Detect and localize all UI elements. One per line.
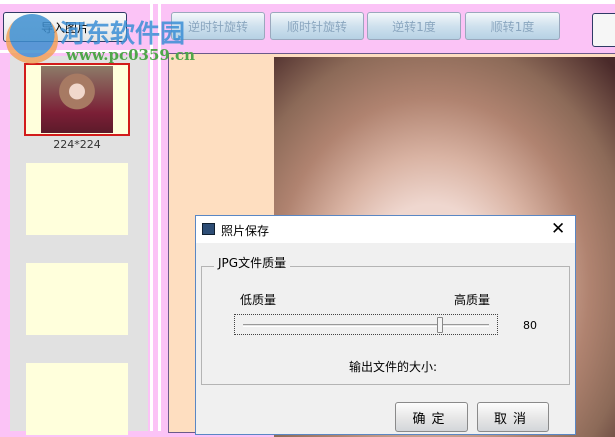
- slider-track: [243, 324, 489, 327]
- thumbnail-size: 224*224: [53, 138, 101, 151]
- top-border: [0, 0, 615, 4]
- dialog-title: 照片保存: [221, 224, 270, 238]
- cancel-button[interactable]: 取消: [477, 402, 549, 432]
- close-icon[interactable]: ✕: [551, 219, 565, 239]
- save-button[interactable]: [592, 13, 615, 47]
- low-quality-label: 低质量: [240, 293, 277, 307]
- watermark-name: 河东软件园: [60, 19, 186, 48]
- slider-thumb[interactable]: [436, 317, 443, 333]
- thumbnail-empty[interactable]: [26, 263, 128, 335]
- rotate-cw-1deg-button[interactable]: 顺转1度: [465, 12, 560, 40]
- rotate-cw-button[interactable]: 顺时针旋转: [270, 12, 364, 40]
- save-photo-dialog: 照片保存 ✕ JPG文件质量 低质量 高质量 80 输出文件的大小: 确定 取消: [195, 215, 576, 435]
- quality-slider[interactable]: [234, 314, 498, 335]
- divider: [150, 0, 153, 431]
- thumbnail-empty[interactable]: [26, 163, 128, 235]
- watermark-logo: [6, 14, 58, 66]
- thumbnail-selected[interactable]: [24, 63, 130, 136]
- high-quality-label: 高质量: [454, 293, 491, 307]
- quality-value: 80: [523, 319, 537, 332]
- photo-thumbnail: [41, 66, 113, 133]
- divider: [158, 0, 161, 431]
- group-label: JPG文件质量: [214, 254, 291, 271]
- thumbnail-empty[interactable]: [26, 363, 128, 435]
- watermark-url: www.pc0359.cn: [66, 46, 196, 64]
- ok-button[interactable]: 确定: [395, 402, 468, 432]
- output-size-label: 输出文件的大小:: [349, 360, 438, 374]
- app-icon: [202, 223, 215, 235]
- rotate-ccw-button[interactable]: 逆时针旋转: [171, 12, 265, 40]
- dialog-titlebar: 照片保存 ✕: [196, 216, 575, 243]
- rotate-ccw-1deg-button[interactable]: 逆转1度: [367, 12, 461, 40]
